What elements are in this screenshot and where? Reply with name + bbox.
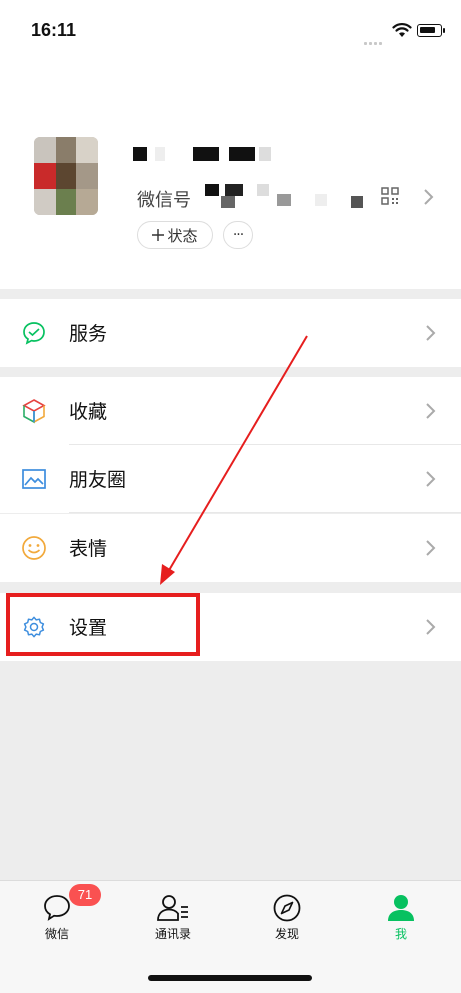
chat-bubble-icon <box>44 895 70 921</box>
status-time: 16:11 <box>31 20 77 40</box>
battery-icon <box>417 24 445 37</box>
menu-item-favorites[interactable]: 收藏 <box>0 377 461 445</box>
tab-label-contacts: 通讯录 <box>154 927 191 941</box>
nickname-redacted <box>133 147 273 165</box>
menu-label-stickers: 表情 <box>69 538 108 560</box>
wifi-icon <box>392 23 412 37</box>
wxid-label: 微信号 <box>137 190 191 211</box>
menu-label-service: 服务 <box>69 323 108 345</box>
cube-icon <box>22 399 46 424</box>
more-label: ··· <box>232 227 244 243</box>
wxid-redacted <box>205 184 375 210</box>
menu-item-stickers[interactable]: 表情 <box>0 514 461 582</box>
tab-label-discover: 发现 <box>274 927 299 941</box>
home-indicator <box>148 975 312 981</box>
tab-label-chats: 微信 <box>44 927 69 941</box>
person-icon <box>388 895 414 921</box>
avatar[interactable] <box>34 137 98 215</box>
chevron-right-icon <box>426 540 436 556</box>
signal-icon <box>364 30 386 45</box>
chevron-right-icon <box>426 471 436 487</box>
plus-icon <box>152 229 165 241</box>
tab-label-me: 我 <box>394 927 407 941</box>
chevron-right-icon <box>426 619 436 635</box>
settings-highlight-box <box>6 593 200 656</box>
compass-icon <box>273 894 301 922</box>
qr-code-icon[interactable] <box>381 187 399 205</box>
service-icon <box>23 322 45 345</box>
menu-item-service[interactable]: 服务 <box>0 299 461 367</box>
image-icon <box>22 469 46 489</box>
chevron-right-icon <box>426 403 436 419</box>
menu-label-favorites: 收藏 <box>69 401 108 423</box>
tab-me[interactable]: 我 <box>366 893 436 942</box>
more-status-button[interactable]: ··· <box>223 221 253 249</box>
tab-discover[interactable]: 发现 <box>252 893 322 942</box>
menu-item-moments[interactable]: 朋友圈 <box>0 445 461 513</box>
smile-icon <box>22 536 46 560</box>
chevron-right-icon[interactable] <box>423 188 435 206</box>
contacts-icon <box>157 895 188 921</box>
menu-label-moments: 朋友圈 <box>69 469 127 491</box>
unread-badge: 71 <box>69 884 101 906</box>
tab-contacts[interactable]: 通讯录 <box>138 893 208 942</box>
add-status-button[interactable]: 状态 <box>137 221 213 249</box>
status-button-label: 状态 <box>167 226 198 245</box>
chevron-right-icon <box>426 325 436 341</box>
